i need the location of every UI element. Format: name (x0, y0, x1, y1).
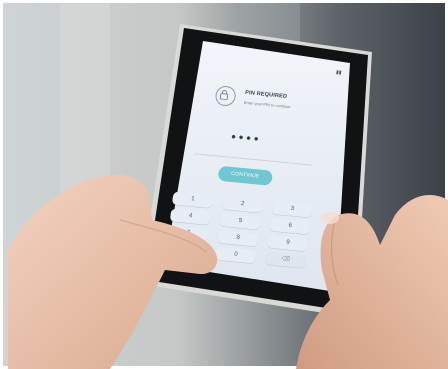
hands (8, 174, 448, 369)
photo-scene: ▮▮ PIN REQUIRED Enter your PIN to contin… (0, 0, 448, 369)
